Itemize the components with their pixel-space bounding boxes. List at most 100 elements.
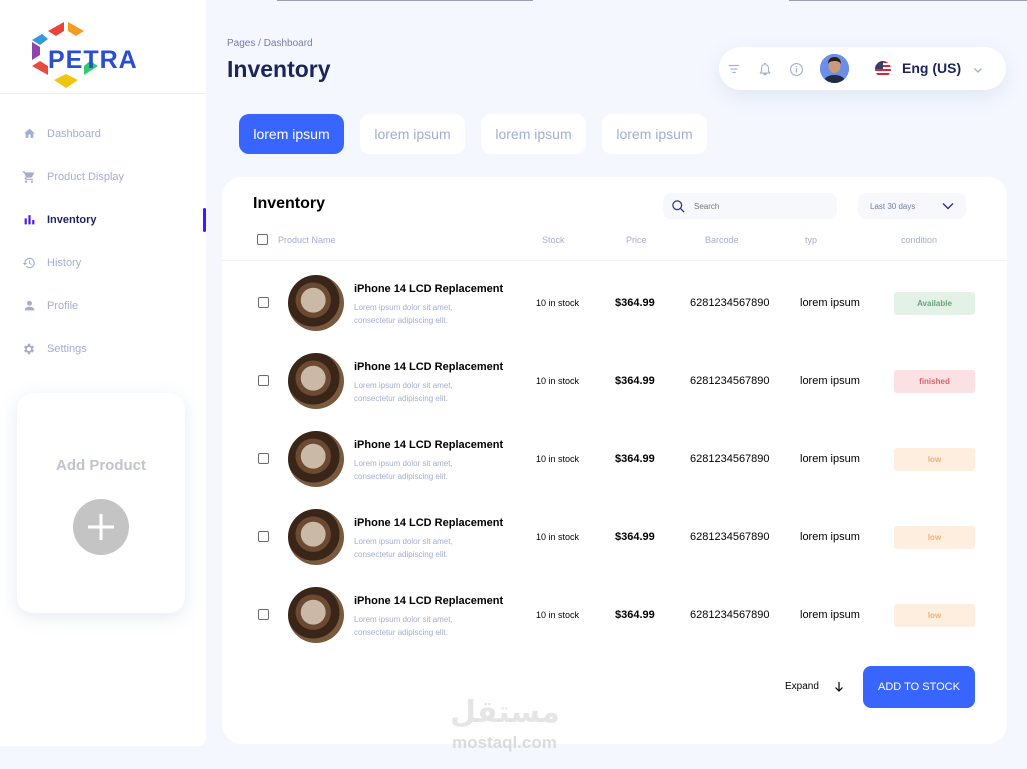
table-row[interactable]: iPhone 14 LCD Replacement Lorem ipsum dol…	[222, 341, 1007, 419]
sidebar-item-label: Inventory	[47, 213, 97, 226]
product-description: Lorem ipsum dolor sit amet, consectetur a…	[354, 613, 494, 639]
product-name: iPhone 14 LCD Replacement	[354, 595, 504, 607]
user-avatar-icon	[820, 54, 849, 83]
sidebar-item-label: History	[47, 256, 82, 269]
price-value: $364.99	[615, 609, 655, 621]
sidebar-nav: Dashboard Product Display Inventory Hist…	[0, 112, 206, 370]
chevron-down-icon	[942, 203, 954, 210]
add-product-button[interactable]	[73, 499, 129, 555]
select-all-checkbox[interactable]	[257, 234, 268, 245]
price-value: $364.99	[615, 531, 655, 543]
product-description-line: consectetur adipiscing elit.	[354, 550, 448, 559]
stock-value: 10 in stock	[536, 454, 580, 464]
date-range-select[interactable]: Last 30 days	[858, 193, 966, 219]
product-thumbnail	[288, 353, 344, 409]
brand-name: PETRA	[48, 46, 138, 74]
sidebar-item-label: Dashboard	[47, 127, 101, 140]
plus-icon	[88, 514, 114, 540]
search-input[interactable]	[694, 201, 824, 211]
watermark-arabic: مستقل	[450, 696, 560, 729]
sidebar-item-product-display[interactable]: Product Display	[0, 155, 206, 198]
sidebar-item-profile[interactable]: Profile	[0, 284, 206, 327]
breadcrumb: Pages / Dashboard	[227, 38, 313, 49]
product-description-line: Lorem ipsum dolor sit amet,	[354, 381, 453, 390]
person-icon	[22, 299, 36, 313]
column-header-stock: Stock	[542, 235, 565, 245]
home-icon	[22, 127, 36, 141]
price-value: $364.99	[615, 375, 655, 387]
sidebar: PETRA Dashboard Product Display Inventor…	[0, 0, 206, 746]
stock-value: 10 in stock	[536, 532, 580, 542]
expand-button[interactable]: Expand	[785, 681, 819, 692]
barcode-value: 6281234567890	[690, 375, 770, 387]
header-toolbar: Eng (US)	[719, 47, 1006, 90]
status-badge: low	[894, 604, 975, 627]
column-header-condition: condition	[901, 235, 938, 245]
add-to-stock-button[interactable]: ADD TO STOCK	[863, 666, 975, 708]
product-description-line: Lorem ipsum dolor sit amet,	[354, 303, 453, 312]
tab-2[interactable]: lorem ipsum	[360, 114, 465, 154]
cart-icon	[22, 170, 36, 184]
product-description: Lorem ipsum dolor sit amet, consectetur a…	[354, 301, 494, 327]
barcode-value: 6281234567890	[690, 297, 770, 309]
tab-4[interactable]: lorem ipsum	[602, 114, 707, 154]
status-badge: finished	[894, 370, 975, 393]
table-row[interactable]: iPhone 14 LCD Replacement Lorem ipsum dol…	[222, 497, 1007, 575]
product-name: iPhone 14 LCD Replacement	[354, 283, 504, 295]
sidebar-item-settings[interactable]: Settings	[0, 327, 206, 370]
stock-value: 10 in stock	[536, 298, 580, 308]
arrow-down-icon[interactable]	[834, 680, 844, 698]
barcode-value: 6281234567890	[690, 531, 770, 543]
bell-icon[interactable]	[757, 61, 773, 77]
search-box	[663, 193, 837, 219]
product-description-line: consectetur adipiscing elit.	[354, 472, 448, 481]
table-header-divider	[222, 260, 1007, 261]
language-selector[interactable]: Eng (US)	[902, 60, 961, 76]
product-name: iPhone 14 LCD Replacement	[354, 439, 504, 451]
search-icon	[672, 199, 685, 213]
chevron-down-icon[interactable]	[973, 62, 983, 80]
row-checkbox[interactable]	[258, 453, 269, 464]
date-range-label: Last 30 days	[870, 201, 916, 211]
price-value: $364.99	[615, 453, 655, 465]
sidebar-divider	[0, 93, 206, 94]
table-row[interactable]: iPhone 14 LCD Replacement Lorem ipsum dol…	[222, 263, 1007, 341]
bar-chart-icon	[22, 213, 36, 227]
status-badge: low	[894, 448, 975, 471]
row-checkbox[interactable]	[258, 375, 269, 386]
sidebar-item-inventory[interactable]: Inventory	[0, 198, 206, 241]
product-thumbnail	[288, 509, 344, 565]
tab-3[interactable]: lorem ipsum	[481, 114, 586, 154]
sidebar-item-label: Profile	[47, 299, 79, 312]
row-checkbox[interactable]	[258, 297, 269, 308]
page-title: Inventory	[227, 56, 331, 82]
status-badge: low	[894, 526, 975, 549]
gear-icon	[22, 342, 36, 356]
product-thumbnail	[288, 431, 344, 487]
tab-1[interactable]: lorem ipsum	[239, 114, 344, 154]
top-divider-left	[277, 0, 533, 1]
column-header-price: Price	[626, 235, 647, 245]
history-icon	[22, 256, 36, 270]
typ-value: lorem ipsum	[800, 375, 860, 387]
barcode-value: 6281234567890	[690, 453, 770, 465]
info-icon[interactable]	[788, 61, 804, 77]
table-row[interactable]: iPhone 14 LCD Replacement Lorem ipsum dol…	[222, 575, 1007, 653]
filter-icon[interactable]	[726, 61, 742, 77]
add-product-card: Add Product	[17, 393, 185, 613]
product-description-line: Lorem ipsum dolor sit amet,	[354, 615, 453, 624]
product-description-line: consectetur adipiscing elit.	[354, 316, 448, 325]
row-checkbox[interactable]	[258, 609, 269, 620]
product-description-line: Lorem ipsum dolor sit amet,	[354, 459, 453, 468]
stock-value: 10 in stock	[536, 376, 580, 386]
table-row[interactable]: iPhone 14 LCD Replacement Lorem ipsum dol…	[222, 419, 1007, 497]
sidebar-item-history[interactable]: History	[0, 241, 206, 284]
watermark-latin: mostaql.com	[452, 733, 557, 752]
stock-value: 10 in stock	[536, 610, 580, 620]
row-checkbox[interactable]	[258, 531, 269, 542]
sidebar-item-dashboard[interactable]: Dashboard	[0, 112, 206, 155]
sidebar-item-label: Settings	[47, 342, 87, 355]
product-name: iPhone 14 LCD Replacement	[354, 361, 504, 373]
avatar[interactable]	[820, 54, 849, 83]
product-thumbnail	[288, 587, 344, 643]
